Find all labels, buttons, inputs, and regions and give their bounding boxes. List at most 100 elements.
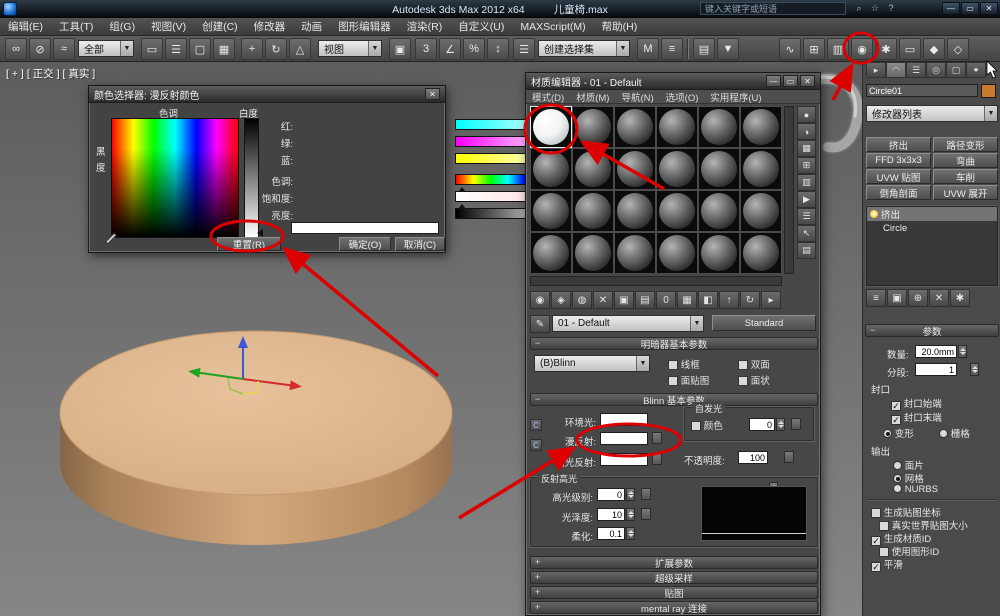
unlink-icon[interactable]: ⊘ [29,38,51,60]
close-icon[interactable]: ✕ [425,88,440,100]
rotate-icon[interactable]: ↻ [265,38,287,60]
render-iterative-icon[interactable]: ◇ [947,38,969,60]
sample-slot[interactable] [530,190,572,232]
viewport-menu-shading[interactable]: [ 真实 ] [62,68,95,80]
sample-slot[interactable] [740,148,782,190]
specular-map-button[interactable] [652,453,662,465]
self-illum-spinner[interactable] [776,418,785,431]
go-forward-icon[interactable]: ↻ [740,291,760,309]
sample-slot-active[interactable] [530,106,572,148]
ok-button[interactable]: 确定(O) [339,237,391,251]
menu-create[interactable]: 创建(C) [194,19,246,34]
show-map-in-viewport-icon[interactable]: ▦ [677,291,697,309]
sample-slot[interactable] [698,106,740,148]
material-editor-titlebar[interactable]: 材质编辑器 - 01 - Default — ▭ ✕ [526,73,820,90]
menu-navigation[interactable]: 导航(N) [615,90,659,104]
modifier-button-lathe[interactable]: 车削 [933,169,998,184]
percent-snap-icon[interactable]: % [463,38,485,60]
named-selection-dropdown[interactable]: 创建选择集▼ [538,40,630,57]
star-icon[interactable]: ☆ [868,2,882,15]
snap-toggle-icon[interactable]: 3 [415,38,437,60]
put-to-scene-icon[interactable]: ◈ [551,291,571,309]
soften-field[interactable]: 0.1 [597,527,625,540]
select-by-material-icon[interactable]: ↖ [797,225,816,242]
gen-mapping-checkbox[interactable] [871,508,881,518]
select-and-link-icon[interactable]: ∞ [5,38,27,60]
menu-group[interactable]: 组(G) [101,19,143,34]
faceted-checkbox[interactable] [738,376,748,386]
cancel-button[interactable]: 取消(C) [395,237,445,251]
self-illum-field[interactable]: 0 [749,418,775,431]
bind-spacewarp-icon[interactable]: ≈ [53,38,75,60]
sample-slot[interactable] [656,232,698,274]
graphite-toggle-icon[interactable]: ▼ [717,38,739,60]
schematic-view-icon[interactable]: ⊞ [803,38,825,60]
viewport-menu-pov[interactable]: [ 正交 ] [27,68,60,80]
pick-material-icon[interactable]: ▸ [761,291,781,309]
backlight-icon[interactable]: ◑ [797,123,816,140]
layers-icon[interactable]: ▥ [827,38,849,60]
grid-radio[interactable] [939,429,948,438]
layer-manager-icon[interactable]: ▤ [693,38,715,60]
sample-slot[interactable] [530,148,572,190]
modifier-button-extrude[interactable]: 挤出 [866,137,931,152]
menu-help[interactable]: 帮助(H) [594,19,646,34]
menu-customize[interactable]: 自定义(U) [450,19,512,34]
patch-radio[interactable] [893,461,902,470]
move-icon[interactable]: + [241,38,263,60]
mesh-radio[interactable] [893,474,902,483]
assign-to-selection-icon[interactable]: ◍ [572,291,592,309]
sample-slot[interactable] [698,148,740,190]
morph-radio[interactable] [883,429,892,438]
sample-slot[interactable] [572,106,614,148]
rendered-frame-icon[interactable]: ▭ [899,38,921,60]
sample-slot[interactable] [740,190,782,232]
menu-edit[interactable]: 编辑(E) [0,19,51,34]
make-unique-icon[interactable]: ⊕ [908,289,928,307]
selection-filter-dropdown[interactable]: 全部▼ [78,40,134,57]
material-navigator-icon[interactable]: ▤ [797,242,816,259]
sample-slot[interactable] [656,190,698,232]
angle-snap-icon[interactable]: ∠ [439,38,461,60]
modifier-enabled-icon[interactable] [870,210,878,218]
stack-item-circle[interactable]: Circle [867,221,997,235]
ambient-color-swatch[interactable] [600,413,648,426]
background-icon[interactable]: ▦ [797,140,816,157]
tab-display[interactable]: ▢ [946,62,966,78]
shader-type-dropdown[interactable]: (B)Blinn▼ [534,355,650,372]
scale-icon[interactable]: △ [289,38,311,60]
show-end-result-icon[interactable]: ◧ [698,291,718,309]
menu-rendering[interactable]: 渲染(R) [399,19,451,34]
curve-editor-icon[interactable]: ∿ [779,38,801,60]
options-icon[interactable]: ☰ [797,208,816,225]
object-color-swatch[interactable] [981,84,996,98]
menu-utilities[interactable]: 实用程序(U) [704,90,767,104]
modifier-button-bend[interactable]: 弯曲 [933,153,998,168]
opacity-map-button[interactable] [784,451,794,463]
specular-color-swatch[interactable] [600,453,648,466]
help-icon[interactable]: ? [884,2,898,15]
make-unique-icon[interactable]: ▣ [614,291,634,309]
spinner-snap-icon[interactable]: ↕ [487,38,509,60]
search-input[interactable] [700,2,846,15]
color-picker-titlebar[interactable]: 颜色选择器: 漫反射颜色 ✕ [89,86,445,103]
use-center-icon[interactable]: ▣ [389,38,411,60]
use-shapeids-checkbox[interactable] [879,547,889,557]
select-by-name-icon[interactable]: ☰ [165,38,187,60]
sample-slot[interactable] [698,190,740,232]
spec-level-field[interactable]: 0 [597,488,625,501]
face-map-checkbox[interactable] [668,376,678,386]
menu-animation[interactable]: 动画 [293,19,330,34]
tab-hierarchy[interactable]: ☰ [906,62,926,78]
align-icon[interactable]: ≡ [661,38,683,60]
sample-slot[interactable] [656,106,698,148]
configure-sets-icon[interactable]: ✱ [950,289,970,307]
render-production-icon[interactable]: ◆ [923,38,945,60]
shader-rollout-header[interactable]: −明暗器基本参数 [530,337,818,350]
reset-map-icon[interactable]: ✕ [593,291,613,309]
sample-slot[interactable] [572,148,614,190]
glossiness-field[interactable]: 10 [597,508,625,521]
smooth-checkbox[interactable] [871,562,881,572]
put-to-library-icon[interactable]: ▤ [635,291,655,309]
window-crossing-icon[interactable]: ▦ [213,38,235,60]
